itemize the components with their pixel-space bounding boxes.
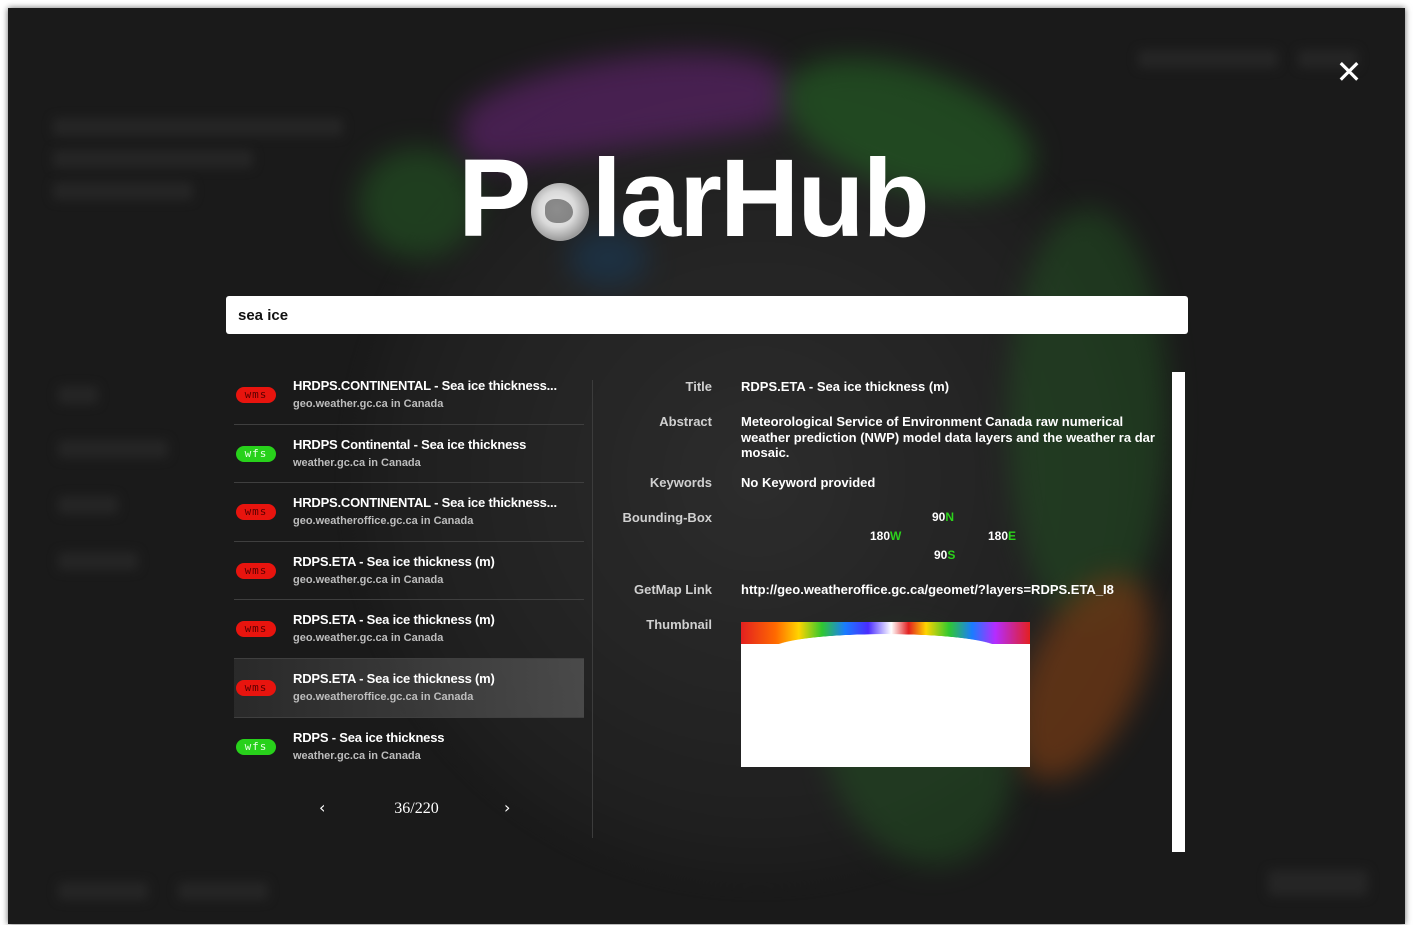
logo-text-end: larHub [591, 136, 929, 260]
close-icon[interactable]: ✕ [1334, 56, 1364, 88]
abstract-value: Meteorological Service of Environment Ca… [741, 414, 1155, 460]
result-title: RDPS.ETA - Sea ice thickness (m) [293, 670, 495, 686]
result-source: geo.weather.gc.ca in Canada [293, 398, 444, 410]
app-window: ✕ PlarHub wms HRDPS.CONTINENTAL - Sea ic… [8, 8, 1405, 924]
bbox-west: 180W [870, 529, 902, 543]
getmap-link[interactable]: http://geo.weatheroffice.gc.ca/geomet/?l… [741, 582, 1114, 597]
bbox-east: 180E [988, 529, 1017, 543]
title-value: RDPS.ETA - Sea ice thickness (m) [741, 379, 950, 394]
result-source: weather.gc.ca in Canada [293, 749, 421, 762]
result-item[interactable]: wfs HRDPS Continental - Sea ice thicknes… [234, 425, 584, 484]
bbox-north: 90N [932, 510, 955, 524]
polarhub-logo: PlarHub [458, 137, 930, 260]
panel-divider [592, 380, 593, 838]
service-badge: wms [236, 621, 276, 638]
result-item-selected[interactable]: wms RDPS.ETA - Sea ice thickness (m) geo… [234, 658, 584, 718]
pagination: ‹ 36/220 › [234, 798, 584, 822]
result-title: HRDPS Continental - Sea ice thickness [293, 436, 527, 452]
service-badge: wfs [236, 738, 276, 755]
result-item[interactable]: wms HRDPS.CONTINENTAL - Sea ice thicknes… [234, 366, 584, 425]
keywords-label: Keywords [649, 475, 712, 490]
service-badge: wms [236, 562, 276, 579]
result-item[interactable]: wms RDPS.ETA - Sea ice thickness (m) geo… [234, 600, 584, 659]
title-label: Title [685, 379, 713, 394]
result-source: geo.weatheroffice.gc.ca in Canada [293, 515, 474, 528]
result-title: RDPS.ETA - Sea ice thickness (m) [293, 612, 495, 628]
result-item[interactable]: wms RDPS.ETA - Sea ice thickness (m) geo… [234, 542, 584, 601]
service-badge: wfs [236, 445, 276, 462]
results-list: wms HRDPS.CONTINENTAL - Sea ice thicknes… [234, 366, 584, 776]
chevron-left-icon[interactable]: ‹ [319, 798, 325, 817]
scrollbar[interactable] [1172, 372, 1185, 852]
thumbnail-image [741, 622, 1030, 767]
service-badge: wms [236, 387, 276, 403]
result-title: RDPS - Sea ice thickness [293, 729, 445, 745]
page-indicator: 36/220 [394, 800, 439, 817]
result-title: RDPS.ETA - Sea ice thickness (m) [293, 553, 495, 569]
thumbnail-label: Thumbnail [646, 617, 712, 632]
service-badge: wms [236, 679, 276, 696]
bbox-south: 90S [934, 548, 956, 562]
keywords-value: No Keyword provided [741, 475, 876, 490]
result-source: geo.weatheroffice.gc.ca in Canada [293, 690, 474, 703]
result-source: weather.gc.ca in Canada [293, 456, 421, 469]
thumbnail-mask [741, 630, 1030, 646]
result-title: HRDPS.CONTINENTAL - Sea ice thickness... [293, 378, 557, 393]
search-input[interactable] [226, 296, 1188, 334]
result-source: geo.weather.gc.ca in Canada [293, 573, 444, 586]
logo-text-start: P [458, 136, 531, 260]
result-item[interactable]: wfs RDPS - Sea ice thickness weather.gc.… [234, 718, 584, 777]
globe-icon [531, 183, 590, 241]
result-item[interactable]: wms HRDPS.CONTINENTAL - Sea ice thicknes… [234, 483, 584, 542]
bbox-label: Bounding-Box [622, 510, 712, 525]
service-badge: wms [236, 504, 276, 521]
abstract-label: Abstract [659, 414, 712, 429]
result-title: HRDPS.CONTINENTAL - Sea ice thickness... [293, 495, 557, 511]
result-source: geo.weather.gc.ca in Canada [293, 632, 444, 645]
getmap-label: GetMap Link [633, 582, 712, 597]
chevron-right-icon[interactable]: › [504, 798, 510, 817]
